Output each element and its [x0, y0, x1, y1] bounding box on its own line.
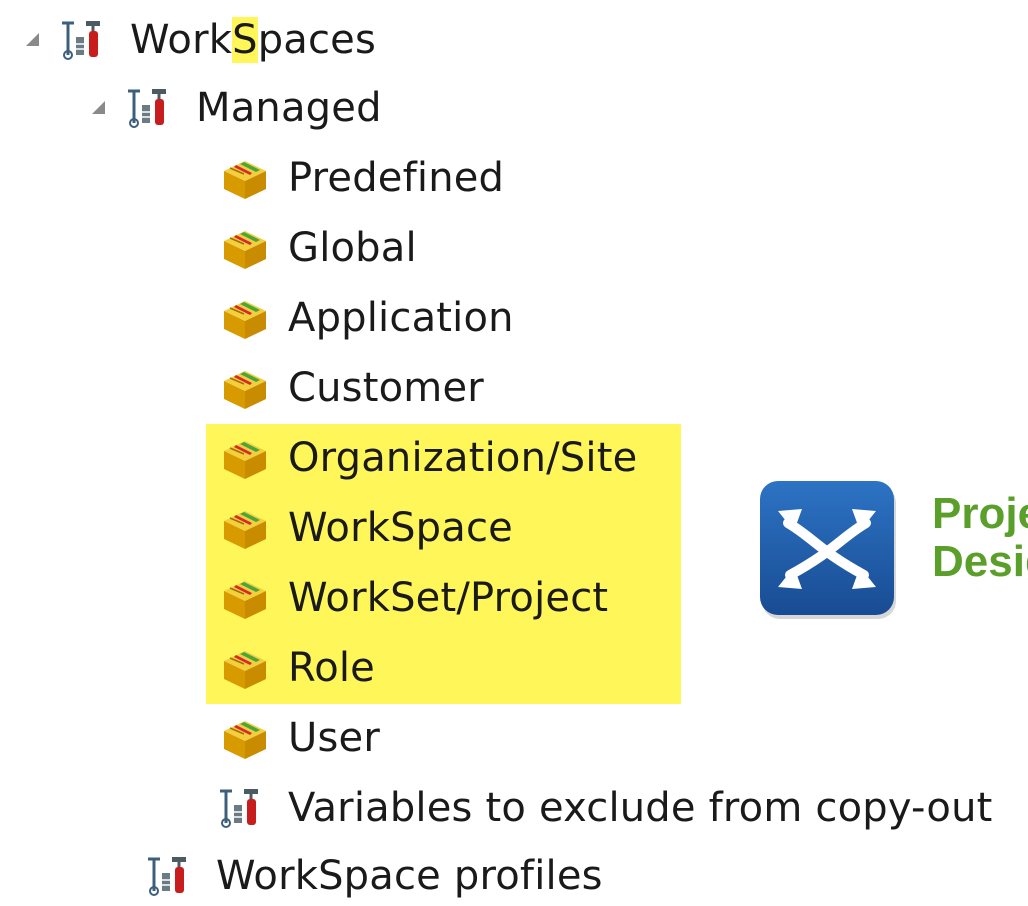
tree-node-label: Application: [288, 295, 514, 341]
brand-line-1: Proje: [932, 489, 1028, 538]
tree-node-workspace-profiles[interactable]: WorkSpace profiles: [144, 846, 603, 906]
tree-node-label: WorkSpace: [288, 505, 513, 551]
tree-node-predefined[interactable]: Predefined: [216, 148, 504, 208]
package-box-icon: [216, 713, 274, 763]
tree-node-label: Organization/Site: [288, 435, 638, 481]
tree-node-label: Role: [288, 645, 375, 691]
config-tools-icon: [216, 783, 274, 833]
tree-node-application[interactable]: Application: [216, 288, 514, 348]
tree-node-customer[interactable]: Customer: [216, 358, 484, 418]
package-box-icon: [216, 433, 274, 483]
tree-node-label: WorkSet/Project: [288, 575, 609, 621]
tree-node-workspaces[interactable]: WorkSpaces: [22, 10, 376, 70]
package-box-icon: [216, 643, 274, 693]
tree-node-label: Variables to exclude from copy-out: [288, 785, 993, 831]
search-match-highlight: S: [232, 17, 258, 63]
config-tools-icon: [58, 15, 116, 65]
config-tools-icon: [144, 851, 202, 901]
tree-node-label: WorkSpaces: [130, 17, 377, 63]
package-box-icon: [216, 573, 274, 623]
tree-node-label: Customer: [288, 365, 484, 411]
tree-node-label: User: [288, 715, 380, 761]
expand-arrow-icon[interactable]: [22, 29, 44, 51]
config-tools-icon: [124, 83, 182, 133]
tree-node-workset-project[interactable]: WorkSet/Project: [216, 568, 608, 628]
tree-node-global[interactable]: Global: [216, 218, 417, 278]
tree-node-label: Global: [288, 225, 417, 271]
tree-node-label: WorkSpace profiles: [216, 853, 603, 899]
package-box-icon: [216, 153, 274, 203]
tree-node-workspace[interactable]: WorkSpace: [216, 498, 513, 558]
brand-line-2: Desig: [932, 537, 1028, 586]
tree-node-managed[interactable]: Managed: [88, 78, 382, 138]
tree-node-organization-site[interactable]: Organization/Site: [216, 428, 637, 488]
brand-text: Proje Desig: [932, 490, 1028, 586]
tree-node-role[interactable]: Role: [216, 638, 375, 698]
package-box-icon: [216, 503, 274, 553]
project-design-logo-icon: [760, 481, 898, 621]
tree-node-label: Managed: [196, 85, 382, 131]
expand-arrow-icon[interactable]: [88, 97, 110, 119]
tree-node-variables-exclude[interactable]: Variables to exclude from copy-out: [216, 778, 993, 838]
package-box-icon: [216, 223, 274, 273]
tree-node-label: Predefined: [288, 155, 505, 201]
tree-node-user[interactable]: User: [216, 708, 380, 768]
package-box-icon: [216, 293, 274, 343]
workspace-tree: WorkSpaces Managed Predefined Global App…: [0, 0, 1028, 906]
package-box-icon: [216, 363, 274, 413]
